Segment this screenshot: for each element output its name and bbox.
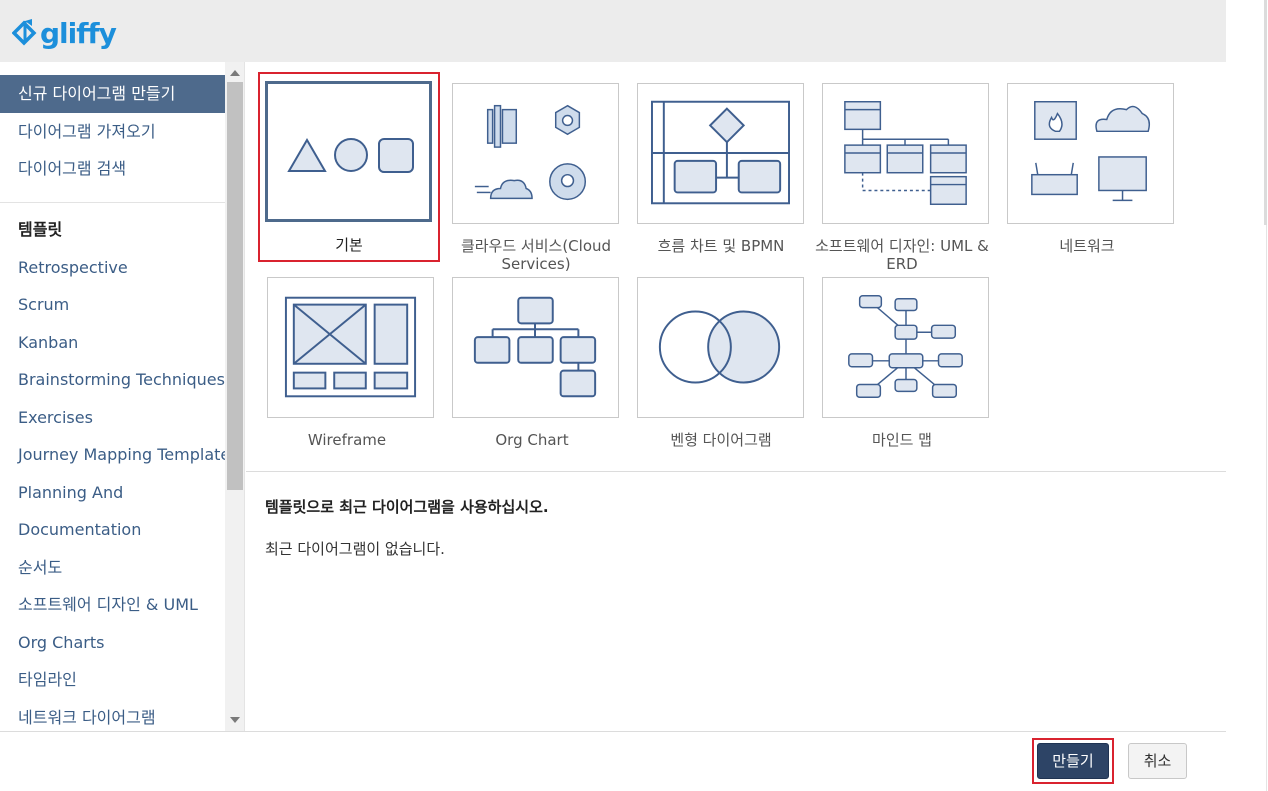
template-wireframe-label: Wireframe	[307, 431, 387, 449]
template-uml-tile[interactable]	[822, 83, 989, 224]
sidebar-item-import-diagram[interactable]: 다이어그램 가져오기	[0, 113, 225, 151]
venn-icon	[658, 310, 781, 384]
sidebar-item-kanban[interactable]: Kanban	[0, 324, 225, 362]
template-mind-map-tile[interactable]	[822, 277, 989, 418]
sidebar-item-scrum[interactable]: Scrum	[0, 286, 225, 324]
sidebar-item-search-diagram[interactable]: 다이어그램 검색	[0, 150, 225, 188]
sidebar-item-new-diagram[interactable]: 신규 다이어그램 만들기	[0, 75, 225, 113]
recent-diagrams-title: 템플릿으로 최근 다이어그램을 사용하십시오.	[265, 498, 549, 516]
sidebar-item-retrospective[interactable]: Retrospective	[0, 249, 225, 287]
sidebar-divider	[0, 201, 225, 203]
flowchart-icon	[651, 100, 790, 205]
sidebar-item-exercises[interactable]: Exercises	[0, 399, 225, 437]
template-gallery: 기본 클라우드 서비스(Cloud Services) 흐름 차트 및 BPMN…	[246, 62, 1226, 731]
template-flowchart-tile[interactable]	[637, 83, 804, 224]
sidebar-item-journey-mapping[interactable]: Journey Mapping Template	[0, 436, 225, 474]
gliffy-logo-icon	[12, 19, 37, 46]
cloud-services-icon	[474, 104, 587, 201]
logo-text: gliffy	[40, 17, 117, 50]
template-mind-map-label: 마인드 맵	[872, 431, 932, 449]
template-basic-label: 기본	[335, 236, 363, 254]
scroll-down-arrow-icon[interactable]	[230, 717, 240, 723]
sidebar-scroll-thumb[interactable]	[227, 82, 243, 490]
template-flowchart-label: 흐름 차트 및 BPMN	[657, 237, 785, 255]
page-scrollbar-thumb[interactable]	[1264, 0, 1267, 225]
network-icon	[1031, 101, 1151, 202]
template-wireframe-tile[interactable]	[267, 277, 434, 418]
template-org-chart-tile[interactable]	[452, 277, 619, 418]
template-cloud-services-label: 클라우드 서비스(Cloud Services)	[460, 237, 612, 273]
template-uml-label: 소프트웨어 디자인: UML & ERD	[815, 237, 989, 273]
template-basic-tile[interactable]	[265, 81, 432, 222]
sidebar-scrollbar[interactable]	[225, 62, 245, 731]
template-cloud-services-tile[interactable]	[452, 83, 619, 224]
gliffy-logo: gliffy	[12, 14, 117, 54]
sidebar-item-documentation[interactable]: Documentation	[0, 511, 225, 549]
header-bar: gliffy	[0, 0, 1226, 62]
template-org-chart-label: Org Chart	[495, 431, 569, 449]
shapes-icon	[287, 138, 414, 173]
sidebar-item-brainstorming[interactable]: Brainstorming Techniques	[0, 361, 225, 399]
org-chart-icon	[473, 296, 597, 398]
sidebar-templates-heading: 템플릿	[18, 219, 63, 239]
cancel-button[interactable]: 취소	[1128, 743, 1187, 779]
sidebar-item-network-diagram[interactable]: 네트워크 다이어그램	[0, 699, 225, 732]
sidebar-item-planning[interactable]: Planning And	[0, 474, 225, 512]
template-venn-tile[interactable]	[637, 277, 804, 418]
template-network-tile[interactable]	[1007, 83, 1174, 224]
uml-icon	[844, 101, 967, 206]
sidebar-item-flowchart[interactable]: 순서도	[0, 549, 225, 587]
sidebar-item-software-design[interactable]: 소프트웨어 디자인 & UML	[0, 586, 225, 624]
page-scrollbar[interactable]	[1226, 0, 1268, 791]
template-network-label: 네트워크	[1059, 237, 1115, 255]
recent-diagrams-empty-text: 최근 다이어그램이 없습니다.	[265, 540, 445, 558]
wireframe-icon	[284, 296, 417, 398]
create-button[interactable]: 만들기	[1037, 743, 1109, 779]
scroll-up-arrow-icon[interactable]	[230, 70, 240, 76]
sidebar: 신규 다이어그램 만들기 다이어그램 가져오기 다이어그램 검색 템플릿 Ret…	[0, 75, 225, 731]
template-venn-label: 벤형 다이어그램	[670, 431, 772, 449]
mind-map-icon	[848, 295, 963, 399]
sidebar-item-timeline[interactable]: 타임라인	[0, 661, 225, 699]
sidebar-item-org-charts[interactable]: Org Charts	[0, 624, 225, 662]
gallery-divider	[246, 471, 1226, 472]
